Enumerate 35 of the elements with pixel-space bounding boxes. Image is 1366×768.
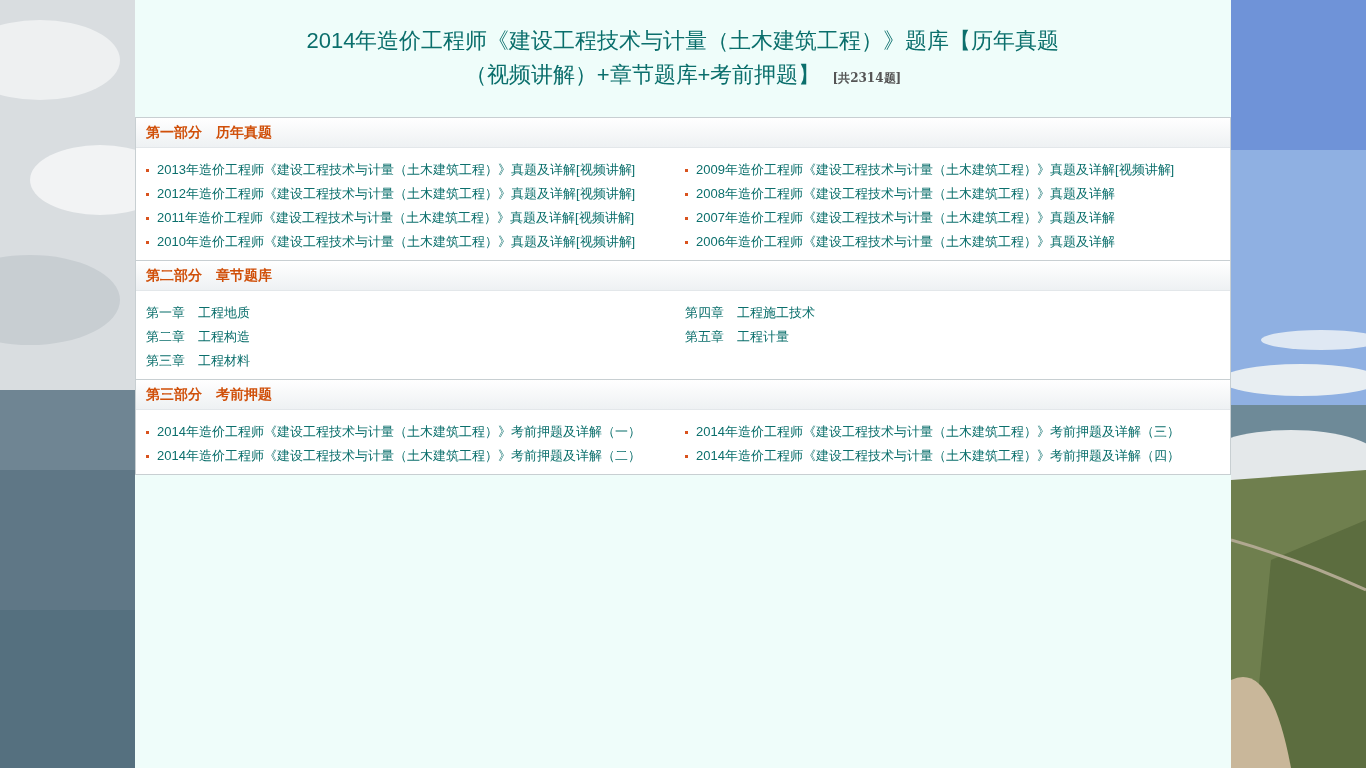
bullet-icon bbox=[685, 454, 688, 458]
bullet-icon bbox=[146, 430, 149, 434]
link[interactable]: 2006年造价工程师《建设工程技术与计量（土木建筑工程）》真题及详解 bbox=[696, 232, 1115, 252]
bullet-icon bbox=[146, 216, 149, 220]
link[interactable]: 2008年造价工程师《建设工程技术与计量（土木建筑工程）》真题及详解 bbox=[696, 184, 1115, 204]
link[interactable]: 第四章 工程施工技术 bbox=[685, 303, 815, 323]
link[interactable]: 第二章 工程构造 bbox=[146, 327, 250, 347]
bullet-icon bbox=[685, 168, 688, 172]
bullet-icon bbox=[685, 430, 688, 434]
link[interactable]: 2014年造价工程师《建设工程技术与计量（土木建筑工程）》考前押题及详解（二） bbox=[157, 446, 641, 466]
bullet-icon bbox=[685, 240, 688, 244]
page-title: （视频讲解）+章节题库+考前押题】 bbox=[464, 61, 821, 89]
bullet-icon bbox=[146, 168, 149, 172]
link[interactable]: 第一章 工程地质 bbox=[146, 303, 250, 323]
link[interactable]: 2011年造价工程师《建设工程技术与计量（土木建筑工程）》真题及详解[视频讲解] bbox=[157, 208, 635, 228]
section-title: 第三部分 考前押题 bbox=[146, 385, 272, 404]
question-count: [共2314题] bbox=[832, 70, 902, 87]
bullet-icon bbox=[685, 192, 688, 196]
link[interactable]: 2010年造价工程师《建设工程技术与计量（土木建筑工程）》真题及详解[视频讲解] bbox=[157, 232, 636, 252]
link[interactable]: 2012年造价工程师《建设工程技术与计量（土木建筑工程）》真题及详解[视频讲解] bbox=[157, 184, 636, 204]
bullet-icon bbox=[685, 216, 688, 220]
page-title: 2014年造价工程师《建设工程技术与计量（土木建筑工程）》题库【历年真题 bbox=[306, 27, 1060, 55]
link[interactable]: 2007年造价工程师《建设工程技术与计量（土木建筑工程）》真题及详解 bbox=[696, 208, 1115, 228]
bullet-icon bbox=[146, 454, 149, 458]
link[interactable]: 第三章 工程材料 bbox=[146, 351, 250, 371]
section-title: 第二部分 章节题库 bbox=[146, 266, 272, 285]
link[interactable]: 2013年造价工程师《建设工程技术与计量（土木建筑工程）》真题及详解[视频讲解] bbox=[157, 160, 636, 180]
link[interactable]: 2014年造价工程师《建设工程技术与计量（土木建筑工程）》考前押题及详解（四） bbox=[696, 446, 1180, 466]
link[interactable]: 2009年造价工程师《建设工程技术与计量（土木建筑工程）》真题及详解[视频讲解] bbox=[696, 160, 1175, 180]
bullet-icon bbox=[146, 240, 149, 244]
bullet-icon bbox=[146, 192, 149, 196]
section-title: 第一部分 历年真题 bbox=[146, 123, 272, 142]
link[interactable]: 2014年造价工程师《建设工程技术与计量（土木建筑工程）》考前押题及详解（三） bbox=[696, 422, 1180, 442]
link[interactable]: 第五章 工程计量 bbox=[685, 327, 789, 347]
link[interactable]: 2014年造价工程师《建设工程技术与计量（土木建筑工程）》考前押题及详解（一） bbox=[157, 422, 641, 442]
